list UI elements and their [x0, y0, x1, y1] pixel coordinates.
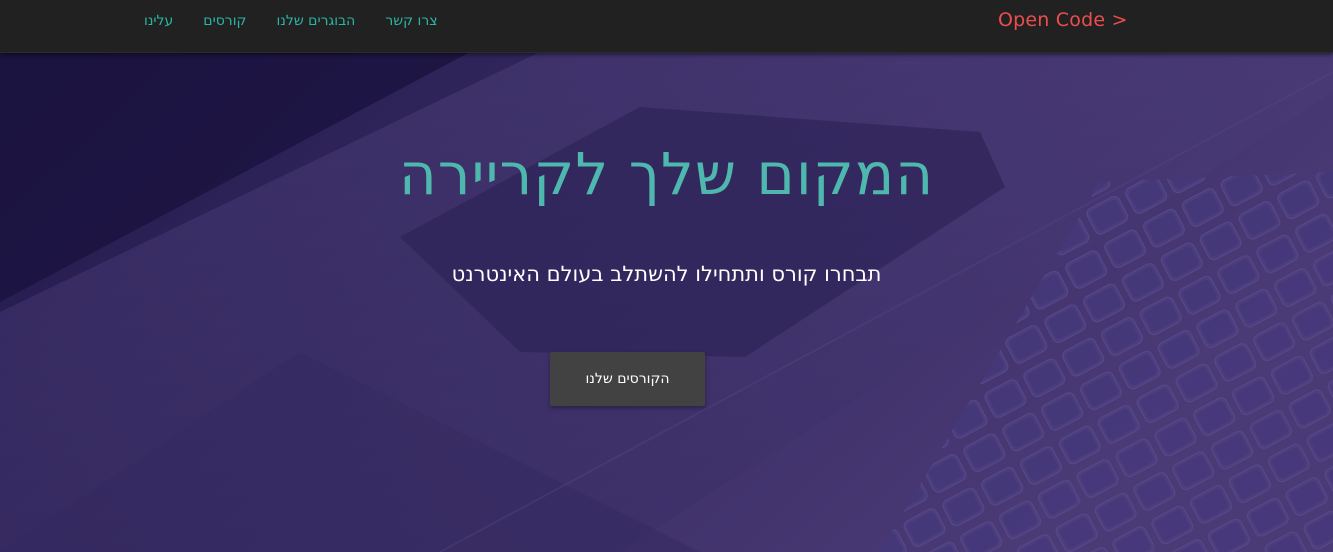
nav-link-contact[interactable]: צרו קשר — [385, 13, 437, 29]
hero-section: המקום שלך לקריירה תבחרו קורס ותתחילו להש… — [0, 52, 1333, 552]
brand-logo-link[interactable]: Open Code > — [998, 9, 1128, 31]
hero-title: המקום שלך לקריירה — [398, 140, 935, 208]
our-courses-button[interactable]: הקורסים שלנו — [550, 352, 705, 406]
top-navbar: Open Code > עלינו קורסים הבוגרים שלנו צר… — [0, 0, 1333, 53]
hero-subtitle: תבחרו קורס ותתחילו להשתלב בעולם האינטרנט — [451, 262, 882, 286]
nav-link-about[interactable]: עלינו — [144, 13, 173, 29]
nav-link-courses[interactable]: קורסים — [203, 13, 246, 29]
nav-link-graduates[interactable]: הבוגרים שלנו — [276, 13, 355, 29]
page: Open Code > עלינו קורסים הבוגרים שלנו צר… — [0, 0, 1333, 552]
nav-links: עלינו קורסים הבוגרים שלנו צרו קשר — [144, 13, 438, 29]
